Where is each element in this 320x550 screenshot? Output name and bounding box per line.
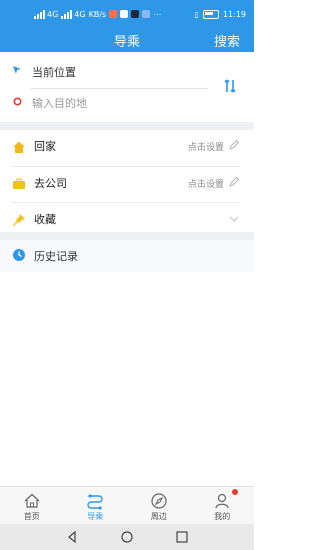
history-label: 历史记录 <box>34 250 78 263</box>
back-icon[interactable] <box>64 529 80 545</box>
tab-label: 周边 <box>150 512 167 521</box>
favorite-saved-label: 收藏 <box>34 213 56 226</box>
more-icon: ⋯ <box>153 9 162 19</box>
status-bar: 4G 4G KB/s ⋯ ▯ 11:19 <box>0 0 254 26</box>
history-row[interactable]: 历史记录 <box>0 240 254 272</box>
clock-icon <box>13 249 25 261</box>
route-icon <box>87 494 103 510</box>
vibrate-icon: ▯ <box>194 9 199 19</box>
briefcase-icon <box>13 178 25 189</box>
system-nav-bar <box>0 524 254 550</box>
favorite-work-row[interactable]: 去公司 点击设置 <box>0 167 254 203</box>
app-icon <box>131 10 140 18</box>
edit-icon[interactable] <box>228 139 240 151</box>
section-gap <box>0 232 254 240</box>
status-right: ▯ 11:19 <box>195 8 246 20</box>
route-divider <box>30 88 208 89</box>
battery-icon <box>202 9 219 19</box>
section-gap <box>0 122 254 130</box>
route-panel: 当前位置 输入目的地 <box>0 52 254 122</box>
tab-label: 首页 <box>23 512 40 521</box>
destination-input[interactable]: 输入目的地 <box>32 95 87 111</box>
net-label-2: 4G <box>74 9 86 19</box>
net-label-1: 4G <box>47 9 59 19</box>
clock: 11:19 <box>222 9 246 19</box>
chevron-down-icon[interactable] <box>228 213 240 225</box>
home-icon <box>13 141 25 153</box>
tab-label: 我的 <box>214 512 231 521</box>
search-button[interactable]: 搜索 <box>214 31 240 50</box>
swap-icon[interactable] <box>222 78 238 94</box>
edit-icon[interactable] <box>228 176 240 188</box>
tab-nearby[interactable]: 周边 <box>127 487 191 525</box>
recents-icon[interactable] <box>174 529 190 545</box>
set-home-link[interactable]: 点击设置 <box>188 140 224 153</box>
pin-icon <box>13 214 25 226</box>
messenger-icon <box>120 10 129 18</box>
home-icon[interactable] <box>119 529 135 545</box>
set-work-link[interactable]: 点击设置 <box>188 177 224 190</box>
destination-dot-icon <box>13 97 22 106</box>
status-left: 4G 4G KB/s ⋯ <box>34 8 161 20</box>
app-header: 导乘 搜索 <box>0 26 254 52</box>
tab-profile[interactable]: 我的 <box>191 487 255 525</box>
weibo-icon <box>109 10 118 18</box>
tab-home[interactable]: 首页 <box>0 487 64 525</box>
bottom-tab-bar: 首页 导乘 周边 我的 <box>0 486 254 525</box>
notification-badge <box>231 489 238 495</box>
signal-icon <box>34 9 45 19</box>
profile-icon <box>215 493 229 509</box>
tab-route[interactable]: 导乘 <box>64 487 128 525</box>
app-icon <box>142 10 151 18</box>
compass-icon <box>151 493 167 509</box>
home-icon <box>24 493 40 508</box>
current-location-input[interactable]: 当前位置 <box>32 64 76 80</box>
favorite-work-label: 去公司 <box>34 177 67 190</box>
location-arrow-icon <box>13 66 21 74</box>
tab-label: 导乘 <box>87 512 104 521</box>
favorite-home-label: 回家 <box>34 140 56 153</box>
signal-icon <box>61 9 73 19</box>
net-speed: KB/s <box>88 9 107 19</box>
favorite-home-row[interactable]: 回家 点击设置 <box>0 130 254 166</box>
